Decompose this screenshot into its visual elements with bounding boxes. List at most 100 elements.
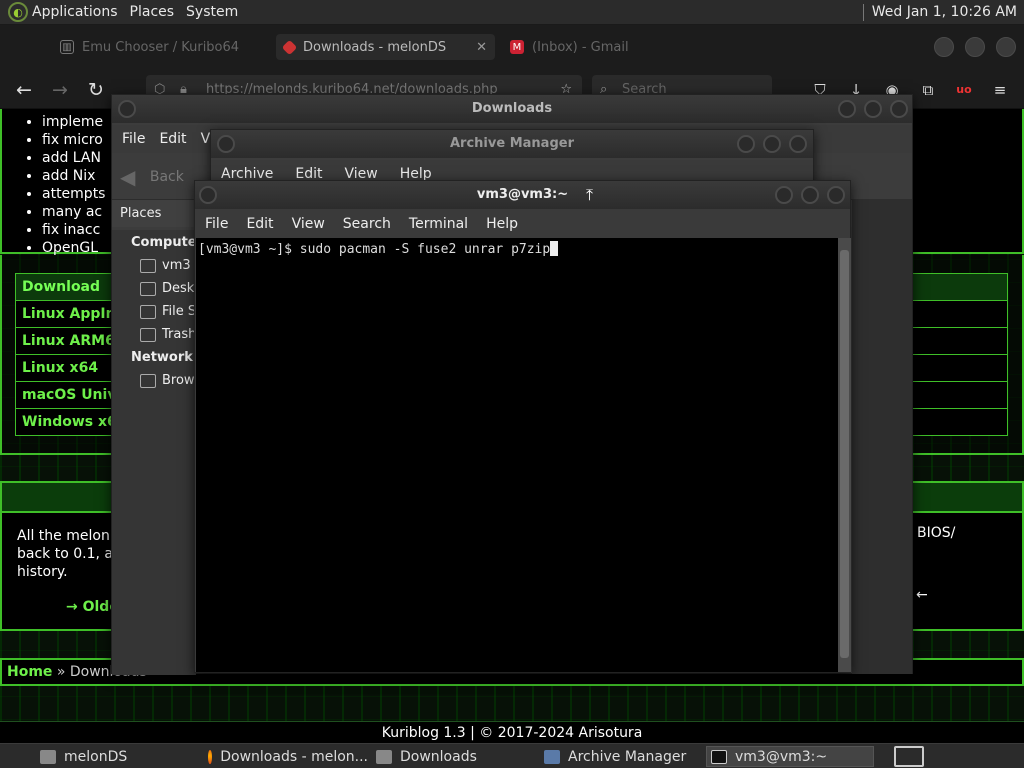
tab-emu-chooser[interactable]: ▥ Emu Chooser / Kuribo64 (52, 34, 247, 60)
task-downloads[interactable]: Downloads (372, 746, 532, 767)
sidebar-item-label: Desk (162, 281, 195, 296)
distro-logo-icon[interactable]: ◐ (8, 2, 28, 22)
minimize-button[interactable] (838, 100, 856, 118)
window-menu-button[interactable] (118, 100, 136, 118)
terminal-titlebar[interactable]: vm3@vm3:~ (195, 181, 850, 209)
menu-view[interactable]: V (201, 131, 211, 147)
bottom-taskbar: melonDS Downloads - melon... Downloads A… (0, 743, 1024, 768)
desktop-icon (140, 281, 156, 296)
network-icon (140, 373, 156, 388)
window-menu-button[interactable] (199, 186, 217, 204)
window-title: Archive Manager (450, 136, 574, 151)
task-label: melonDS (64, 748, 128, 765)
changelog-item: add Nix (42, 167, 105, 185)
menu-search[interactable]: Search (343, 216, 391, 232)
task-archive-manager[interactable]: Archive Manager (540, 746, 700, 767)
maximize-button[interactable] (763, 135, 781, 153)
menu-edit[interactable]: Edit (159, 131, 186, 147)
sidebar-item-label: File S (162, 304, 197, 319)
changelog-item: fix micro (42, 131, 105, 149)
task-label: Archive Manager (568, 748, 687, 765)
tab-label: Emu Chooser / Kuribo64 (82, 39, 240, 55)
terminal-scrollbar[interactable] (838, 238, 851, 672)
melonds-icon (281, 39, 298, 55)
terminal-window[interactable]: vm3@vm3:~ ⤒ File Edit View Search Termin… (194, 180, 851, 673)
minimize-button[interactable] (775, 186, 793, 204)
menu-terminal[interactable]: Terminal (409, 216, 468, 232)
archive-manager-titlebar[interactable]: Archive Manager (211, 130, 813, 158)
browser-close-button[interactable] (996, 37, 1016, 57)
applications-menu[interactable]: Applications (32, 4, 118, 20)
task-terminal[interactable]: vm3@vm3:~ (706, 746, 874, 767)
changelog-item: impleme (42, 113, 105, 131)
menu-view[interactable]: View (292, 216, 325, 232)
menu-file[interactable]: File (122, 131, 145, 147)
tab-gmail[interactable]: M (Inbox) - Gmail (502, 34, 637, 60)
changelog-list: implemefix microadd LANadd Nixattemptsma… (42, 113, 105, 257)
menu-edit[interactable]: Edit (246, 216, 273, 232)
text-cursor (550, 241, 559, 256)
browser-maximize-button[interactable] (965, 37, 985, 57)
maximize-button[interactable] (864, 100, 882, 118)
scrollbar-thumb[interactable] (840, 250, 849, 658)
sidebar-item-home[interactable]: vm3 (140, 258, 191, 273)
task-label: Downloads (400, 748, 477, 765)
firefox-icon (208, 749, 213, 764)
mouse-cursor-icon: ⤒ (586, 185, 594, 204)
sidebar-item-label: Trash (162, 327, 197, 342)
browser-minimize-button[interactable] (934, 37, 954, 57)
changelog-item: many ac (42, 203, 105, 221)
task-firefox[interactable]: Downloads - melon... (204, 746, 368, 767)
sidebar-item-trash[interactable]: Trash (140, 327, 196, 342)
file-manager-titlebar[interactable]: Downloads (112, 95, 912, 123)
minimize-button[interactable] (737, 135, 755, 153)
changelog-item: attempts (42, 185, 105, 203)
terminal-menubar: File Edit View Search Terminal Help (195, 210, 850, 238)
task-label: Downloads - melon... (220, 748, 368, 765)
computer-header: Computer (131, 235, 204, 250)
filesystem-icon (140, 304, 156, 319)
back-button[interactable]: ◀ Back (120, 165, 184, 189)
back-arrow-icon[interactable]: ← (13, 79, 35, 101)
tab-label: (Inbox) - Gmail (532, 39, 629, 55)
close-tab-icon[interactable]: ✕ (476, 40, 487, 55)
close-button[interactable] (890, 100, 908, 118)
places-menu[interactable]: Places (130, 4, 175, 20)
task-label: vm3@vm3:~ (735, 748, 828, 765)
sidebar-item-filesystem[interactable]: File S (140, 304, 196, 319)
hamburger-menu-icon[interactable]: ≡ (990, 80, 1010, 100)
show-desktop-button[interactable] (894, 746, 924, 767)
sidebar-item-desktop[interactable]: Desk (140, 281, 194, 296)
folder-icon (40, 749, 56, 764)
home-folder-icon (140, 258, 156, 273)
back-arrow-icon: ◀ (120, 165, 136, 189)
panel-separator (862, 3, 864, 21)
reload-icon[interactable]: ↻ (85, 79, 107, 101)
sidebar-item-label: Brow (162, 373, 195, 388)
window-title: Downloads (471, 101, 553, 116)
tab-downloads-melonds[interactable]: Downloads - melonDS ✕ (276, 34, 495, 60)
system-menu[interactable]: System (186, 4, 238, 20)
extensions-icon[interactable]: ⧉ (918, 80, 938, 100)
menu-help[interactable]: Help (486, 216, 518, 232)
forward-arrow-icon[interactable]: → (49, 79, 71, 101)
task-melonds[interactable]: melonDS (36, 746, 196, 767)
top-panel: ◐ Applications Places System Wed Jan 1, … (0, 0, 1024, 25)
file-list-pane[interactable] (852, 199, 912, 674)
terminal-screen[interactable]: [vm3@vm3 ~]$ sudo pacman -S fuse2 unrar … (196, 238, 838, 672)
menu-file[interactable]: File (205, 216, 228, 232)
clock[interactable]: Wed Jan 1, 10:26 AM (872, 4, 1017, 20)
network-header: Network (131, 350, 193, 365)
arrow-text: ← (916, 587, 928, 603)
close-button[interactable] (789, 135, 807, 153)
breadcrumb-home-link[interactable]: Home (7, 664, 52, 680)
close-button[interactable] (827, 186, 845, 204)
changelog-item: add LAN (42, 149, 105, 167)
ublock-icon[interactable]: uo (954, 80, 974, 100)
archive-icon (544, 749, 560, 764)
browser-tab-bar: ▥ Emu Chooser / Kuribo64 Downloads - mel… (0, 25, 1024, 71)
window-menu-button[interactable] (217, 135, 235, 153)
sidebar-item-browse-network[interactable]: Brow (140, 373, 195, 388)
maximize-button[interactable] (801, 186, 819, 204)
trash-icon (140, 327, 156, 342)
